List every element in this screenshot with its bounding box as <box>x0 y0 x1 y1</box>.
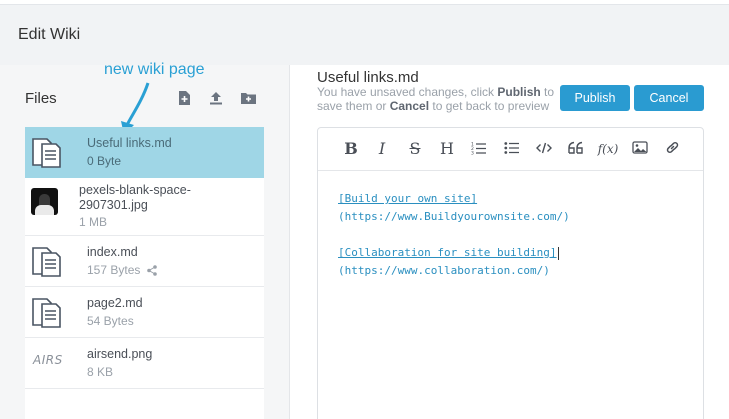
quote-button[interactable] <box>565 138 587 160</box>
text-cursor <box>557 246 559 260</box>
formula-button[interactable]: f(x) <box>597 138 619 160</box>
file-row-pexels[interactable]: pexels-blank-space-2907301.jpg 1 MB <box>25 178 264 236</box>
code-button[interactable] <box>533 138 555 160</box>
file-row-index[interactable]: index.md 157 Bytes <box>25 236 264 287</box>
document-icon <box>32 247 61 277</box>
bullet-list-button[interactable] <box>501 138 523 160</box>
file-size: 8 KB <box>87 365 114 379</box>
document-icon <box>32 298 61 328</box>
unsaved-notice: You have unsaved changes, click Publish … <box>317 85 555 113</box>
link-url-line: (https://www.Buildyourownsite.com/) <box>338 210 570 223</box>
document-icon <box>32 138 61 168</box>
editor-panel: Useful links.md You have unsaved changes… <box>290 65 729 419</box>
bold-button[interactable]: B <box>340 138 362 160</box>
file-name: pexels-blank-space-2907301.jpg <box>79 183 191 212</box>
svg-text:3: 3 <box>471 150 474 155</box>
airsend-thumbnail: AIRS <box>33 353 63 367</box>
files-title: Files <box>25 90 57 107</box>
share-icon <box>146 265 157 277</box>
editor-toolbar: B I S H 123 f(x) <box>318 128 703 171</box>
italic-button[interactable]: I <box>371 138 393 160</box>
file-row-airsend[interactable]: AIRS airsend.png 8 KB <box>25 338 264 389</box>
image-thumbnail <box>31 188 58 215</box>
file-name: index.md <box>87 245 138 259</box>
link-text-line: [Build your own site] <box>338 192 478 205</box>
document-title: Useful links.md <box>317 69 419 86</box>
modal-title: Edit Wiki <box>18 26 81 43</box>
publish-button[interactable]: Publish <box>560 85 630 111</box>
file-list: Useful links.md 0 Byte pexels-blank-spac… <box>25 127 264 419</box>
strikethrough-button[interactable]: S <box>404 138 426 160</box>
link-url-line: (https://www.collaboration.com/) <box>338 264 550 277</box>
file-size: 0 Byte <box>87 154 122 168</box>
editor-content[interactable]: [Build your own site] (https://www.Build… <box>338 190 570 280</box>
file-size: 54 Bytes <box>87 314 134 328</box>
image-button[interactable] <box>629 138 651 160</box>
file-size: 157 Bytes <box>87 263 141 277</box>
modal-header: Edit Wiki <box>0 5 729 65</box>
new-file-icon[interactable] <box>178 91 192 105</box>
upload-icon[interactable] <box>209 91 223 105</box>
file-size: 1 MB <box>79 215 108 229</box>
link-text-line-active: [Collaboration for site building] <box>338 246 559 260</box>
annotation-label: new wiki page <box>104 61 205 78</box>
ordered-list-button[interactable]: 123 <box>468 138 490 160</box>
file-size-row: 157 Bytes <box>87 263 157 277</box>
file-name: Useful links.md <box>87 136 172 150</box>
markdown-editor[interactable]: B I S H 123 f(x) [Build your own site] (… <box>317 127 704 419</box>
file-name: airsend.png <box>87 347 153 361</box>
file-row-page2[interactable]: page2.md 54 Bytes <box>25 287 264 338</box>
files-panel: new wiki page Files Useful links.md 0 By… <box>0 61 290 419</box>
link-button[interactable] <box>661 138 683 160</box>
file-row-useful-links[interactable]: Useful links.md 0 Byte <box>25 127 264 178</box>
heading-button[interactable]: H <box>436 138 458 160</box>
file-name: page2.md <box>87 296 143 310</box>
new-folder-icon[interactable] <box>241 91 256 105</box>
cancel-button[interactable]: Cancel <box>634 85 704 111</box>
